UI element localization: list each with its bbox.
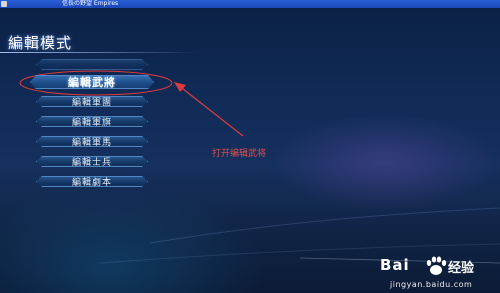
- title-bar: 信長の野望 Empires: [0, 0, 500, 8]
- watermark-site: jingyan.baidu.com: [390, 280, 473, 289]
- watermark: Bai 经验 jingyan.baidu.com: [380, 256, 496, 293]
- edit-mode-screen: 編輯模式 編輯武將 編輯軍團 編輯軍旗 編輯軍馬 編輯士兵 編輯劇本 打开编辑武…: [0, 8, 500, 293]
- game-window: 信長の野望 Empires 編輯模式 編輯武將 編輯軍團 編輯軍旗 編輯軍馬 編…: [0, 0, 500, 293]
- watermark-brand-suffix: 经验: [448, 261, 475, 276]
- window-title: 信長の野望 Empires: [62, 0, 119, 7]
- menu-item-edit-corps[interactable]: 編輯軍團: [36, 96, 148, 107]
- menu-item-edit-flags[interactable]: 編輯軍旗: [36, 116, 148, 127]
- menu-item-edit-horses[interactable]: 編輯軍馬: [36, 136, 148, 147]
- menu-item-edit-scenario[interactable]: 編輯劇本: [36, 176, 148, 187]
- menu-item-empty[interactable]: [36, 59, 148, 70]
- app-icon: [1, 1, 7, 7]
- annotation-arrow: [177, 84, 244, 137]
- watermark-brand: Bai: [380, 256, 410, 274]
- page-title: 編輯模式: [8, 34, 73, 52]
- paw-icon: [426, 256, 447, 275]
- menu-item-edit-generals[interactable]: 編輯武將: [30, 75, 154, 89]
- menu-item-edit-soldiers[interactable]: 編輯士兵: [36, 156, 148, 167]
- title-underline: [0, 52, 200, 53]
- annotation-text: 打开编辑武将: [212, 149, 267, 159]
